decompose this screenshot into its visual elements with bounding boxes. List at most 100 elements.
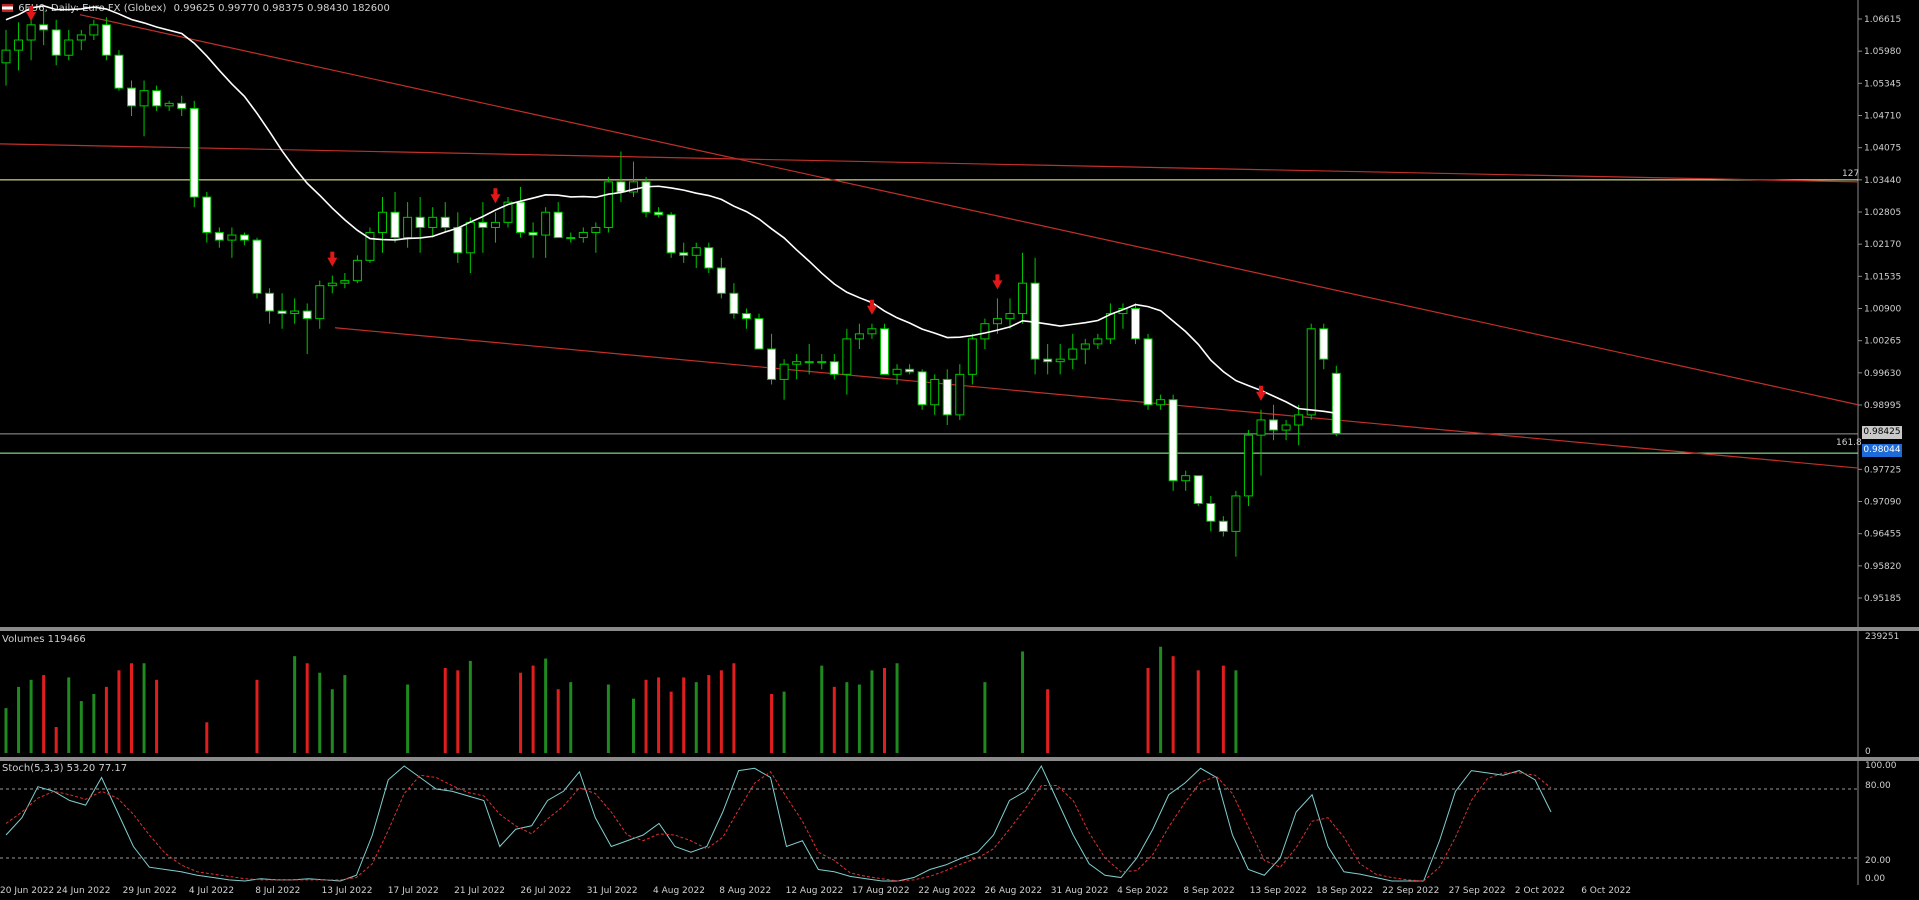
candle[interactable] [616,181,626,193]
candle[interactable] [1105,313,1115,340]
candle[interactable] [403,216,413,239]
candle[interactable] [428,216,438,228]
candle[interactable] [967,338,977,375]
candle[interactable] [14,39,24,51]
candle[interactable] [177,102,187,109]
volume-pane[interactable]: Volumes 119466 239251 0 [0,631,1919,760]
candle[interactable] [39,24,49,31]
candle[interactable] [1231,495,1241,532]
candle[interactable] [880,328,889,375]
candle[interactable] [1018,282,1028,315]
candle[interactable] [1218,520,1228,532]
candle[interactable] [729,292,739,315]
candle[interactable] [854,333,864,340]
volume-chart[interactable] [0,631,1919,760]
candle[interactable] [26,24,36,41]
candle[interactable] [842,338,852,375]
price-chart[interactable]: 1.06615 1.05980 1.05345 1.04710 1.04075 1.034… [0,0,1919,628]
candle[interactable] [340,280,350,284]
candle[interactable] [1331,372,1341,435]
candle[interactable] [252,239,262,294]
price-pane[interactable]: 6EU6, Daily: Euro FX (Globex) 0.99625 0.… [0,0,1919,628]
candle[interactable] [704,247,714,269]
candle[interactable] [980,323,990,340]
candle[interactable] [327,282,337,287]
candle[interactable] [679,252,689,256]
candle[interactable] [390,211,400,239]
candle[interactable] [817,361,827,364]
candle[interactable] [139,90,149,107]
candle[interactable] [1319,328,1329,360]
candle[interactable] [1068,348,1078,360]
candle[interactable] [767,348,777,380]
candle[interactable] [716,267,726,294]
candle[interactable] [1269,419,1279,431]
candle[interactable] [528,232,538,236]
candle[interactable] [741,313,751,320]
candle[interactable] [152,90,162,107]
candle[interactable] [566,237,576,240]
candle[interactable] [1156,399,1166,406]
candle[interactable] [955,373,965,416]
candle[interactable] [1055,358,1065,363]
candle[interactable] [1168,399,1178,482]
candle[interactable] [553,211,563,239]
candle[interactable] [465,221,475,254]
candle[interactable] [227,234,237,241]
candle[interactable] [239,234,249,241]
candle[interactable] [277,310,287,315]
candle[interactable] [516,201,526,234]
candle[interactable] [942,378,952,416]
stoch-chart[interactable] [0,761,1919,885]
candle[interactable] [127,87,136,107]
candle[interactable] [114,54,124,89]
candle[interactable] [352,259,362,282]
candle[interactable] [1005,313,1015,320]
candle[interactable] [1281,424,1291,431]
candle[interactable] [829,361,839,375]
candle[interactable] [804,361,814,364]
candle[interactable] [265,292,275,312]
candle[interactable] [792,361,802,365]
candle[interactable] [603,181,613,228]
candle[interactable] [541,211,551,236]
candle[interactable] [1206,503,1216,522]
candle[interactable] [89,24,99,36]
candle[interactable] [415,216,425,228]
candle[interactable] [1256,419,1266,436]
candle[interactable] [754,318,764,350]
candle[interactable] [578,232,588,239]
candle[interactable] [867,328,877,335]
candle[interactable] [1,49,11,64]
candle[interactable] [1193,475,1203,505]
candle[interactable] [478,221,488,228]
candle[interactable] [591,226,601,234]
candle[interactable] [1143,338,1153,406]
candle[interactable] [666,214,676,254]
stoch-pane[interactable]: Stoch(5,3,3) 53.20 77.17 100.00 80.00 20… [0,761,1919,885]
candle[interactable] [905,368,915,373]
candle[interactable] [453,226,463,254]
candle[interactable] [1243,434,1253,497]
candle[interactable] [992,318,1002,325]
candle[interactable] [64,39,74,56]
candle[interactable] [930,378,940,406]
candle[interactable] [76,34,86,41]
candle[interactable] [164,102,174,107]
candle[interactable] [917,371,927,406]
candle[interactable] [892,368,902,375]
candle[interactable] [691,247,701,256]
candle[interactable] [378,211,387,234]
candle[interactable] [101,24,111,56]
candle[interactable] [1080,343,1090,350]
candle[interactable] [1181,475,1191,482]
candle[interactable] [779,363,789,380]
candle[interactable] [1093,338,1103,345]
candle[interactable] [214,232,224,241]
candle[interactable] [1306,328,1316,416]
candle[interactable] [302,310,312,320]
candle[interactable] [202,196,212,234]
candle[interactable] [290,310,300,315]
candle[interactable] [51,29,61,56]
candle[interactable] [490,221,500,228]
